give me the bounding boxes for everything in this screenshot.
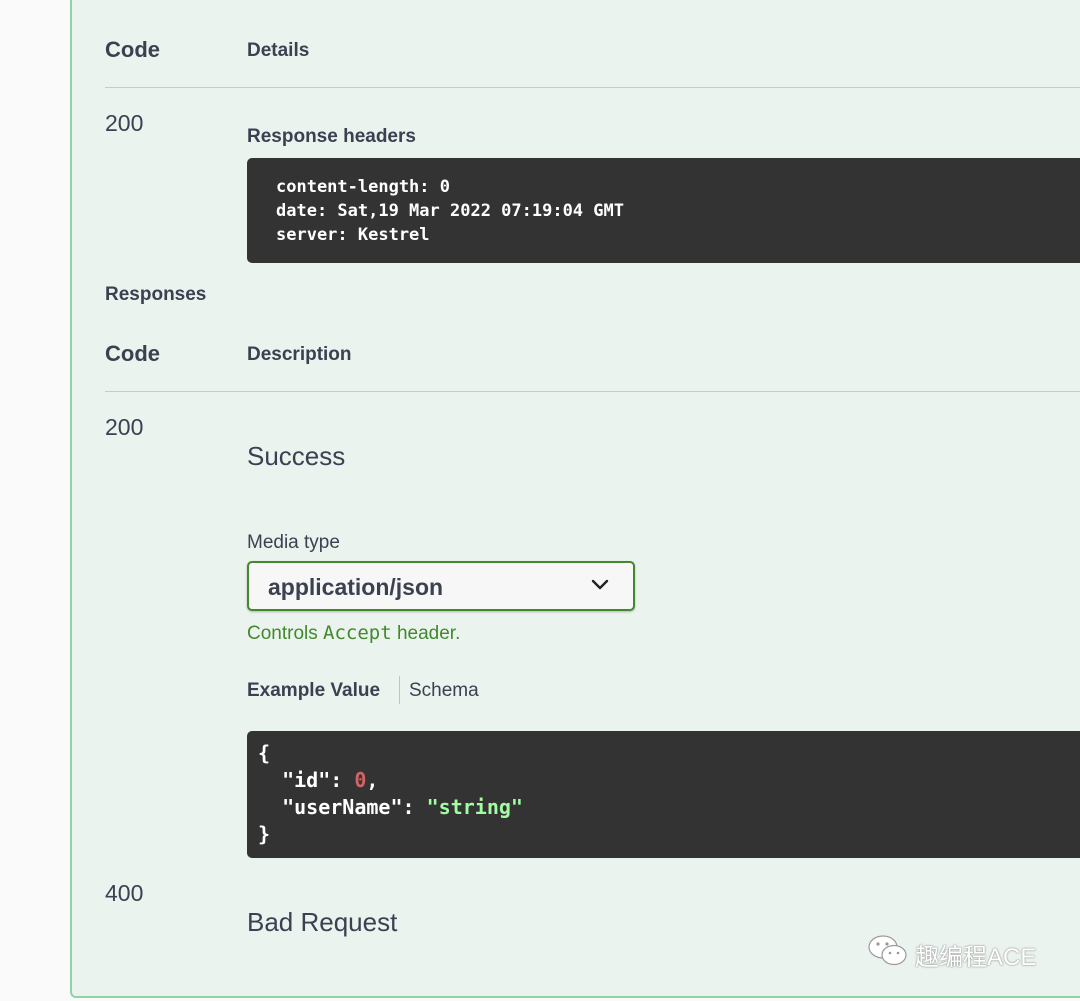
media-type-value: application/json xyxy=(268,574,444,600)
json-key-username: "userName" xyxy=(282,795,403,819)
response-description-success: Success xyxy=(247,441,346,471)
controls-note-prefix: Controls xyxy=(247,623,324,644)
json-open-brace: { xyxy=(258,741,271,765)
responses-divider xyxy=(105,391,1080,392)
media-type-select[interactable]: application/json xyxy=(247,561,635,611)
response-headers-label: Response headers xyxy=(247,126,416,147)
json-key-id: "id" xyxy=(282,768,331,792)
tab-separator xyxy=(399,676,400,704)
response-code-400: 400 xyxy=(105,880,144,906)
response-description-bad-request: Bad Request xyxy=(247,907,398,937)
chevron-down-icon xyxy=(591,579,609,590)
watermark-text: 趣编程ACE xyxy=(915,944,1037,971)
responses-code-header: Code xyxy=(105,341,160,366)
responses-description-header: Description xyxy=(247,344,352,365)
controls-note-suffix: header. xyxy=(391,623,461,644)
response-headers-box: content-length: 0 date: Sat,19 Mar 2022 0… xyxy=(247,158,1080,263)
response-headers-content: content-length: 0 date: Sat,19 Mar 2022 0… xyxy=(276,175,624,247)
header-line: content-length: 0 xyxy=(276,177,450,197)
server-response-details-header: Details xyxy=(247,40,310,61)
media-type-label: Media type xyxy=(247,532,340,553)
server-response-code-header: Code xyxy=(105,37,160,62)
server-response-code: 200 xyxy=(105,110,144,136)
json-close-brace: } xyxy=(258,822,271,846)
header-line: server: Kestrel xyxy=(276,225,430,245)
controls-note-code: Accept xyxy=(323,622,392,644)
response-code-200: 200 xyxy=(105,414,144,440)
json-value-username: "string" xyxy=(426,795,523,819)
tab-example-value[interactable]: Example Value xyxy=(247,680,380,702)
json-line-username: "userName": "string" xyxy=(282,795,523,819)
tab-schema[interactable]: Schema xyxy=(409,680,479,702)
example-json: { "id": 0, "userName": "string"} xyxy=(258,740,523,848)
json-line-id: "id": 0, xyxy=(282,768,379,792)
json-value-id: 0 xyxy=(354,768,367,792)
header-line: date: Sat,19 Mar 2022 07:19:04 GMT xyxy=(276,201,624,221)
wechat-icon xyxy=(868,935,907,966)
example-value-box: { "id": 0, "userName": "string"} xyxy=(247,731,1080,858)
controls-accept-note: Controls Accept header. xyxy=(247,622,460,645)
server-response-divider xyxy=(105,87,1080,88)
responses-title: Responses xyxy=(105,284,207,305)
